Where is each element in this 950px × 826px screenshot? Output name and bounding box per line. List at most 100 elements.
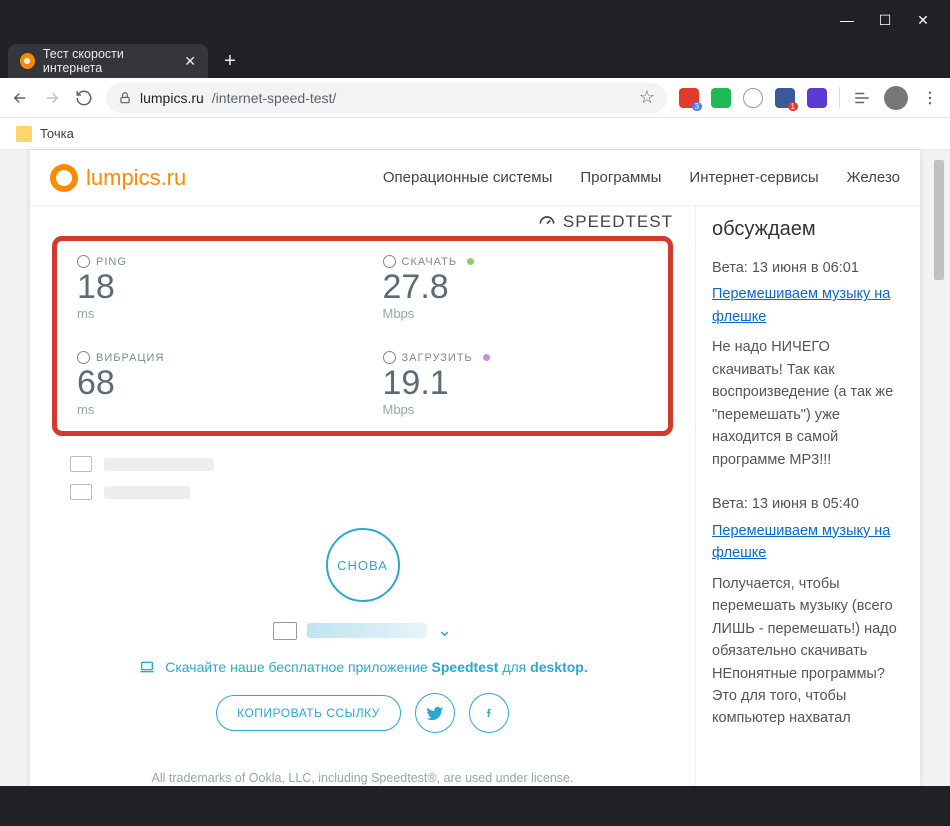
- device-icon: [70, 484, 92, 500]
- chevron-down-icon: ⌄: [437, 620, 452, 641]
- test-again-button[interactable]: СНОВА: [326, 528, 400, 602]
- promo-text: Скачайте наше бесплатное приложение: [165, 659, 431, 675]
- ping-label: PING: [77, 255, 347, 268]
- page-viewport: lumpics.ru Операционные системы Программ…: [0, 150, 950, 786]
- list-item: [70, 450, 673, 478]
- nav-internet-services[interactable]: Интернет-сервисы: [689, 169, 818, 186]
- separator: [839, 87, 840, 109]
- desktop-app-promo[interactable]: Скачайте наше бесплатное приложение Spee…: [137, 659, 587, 675]
- promo-app: Speedtest: [432, 659, 499, 675]
- forward-button[interactable]: [42, 88, 62, 108]
- upload-indicator-icon: [483, 354, 490, 361]
- url-host: lumpics.ru: [140, 90, 204, 106]
- extension-icon[interactable]: [807, 88, 827, 108]
- comment-item: Вета: 13 июня в 05:40 Перемешиваем музык…: [712, 493, 904, 730]
- ping-unit: ms: [77, 306, 347, 321]
- browser-tab-strip: Тест скорости интернета ✕ +: [0, 40, 950, 78]
- upload-value: 19.1: [383, 366, 653, 400]
- facebook-icon: [484, 704, 494, 722]
- result-download: СКАЧАТЬ 27.8 Mbps: [363, 241, 669, 335]
- device-icon: [70, 456, 92, 472]
- redacted-text: [307, 623, 427, 638]
- comment-link[interactable]: Перемешиваем музыку на флешке: [712, 520, 904, 565]
- tab-close-icon[interactable]: ✕: [184, 53, 196, 70]
- share-twitter-button[interactable]: [415, 693, 455, 733]
- logo-icon: [50, 164, 78, 192]
- back-button[interactable]: [10, 88, 30, 108]
- extension-icon[interactable]: [711, 88, 731, 108]
- tab-title: Тест скорости интернета: [43, 47, 176, 75]
- scrollbar[interactable]: [932, 154, 946, 782]
- extension-icon[interactable]: 1: [775, 88, 795, 108]
- nav-programs[interactable]: Программы: [580, 169, 661, 186]
- share-facebook-button[interactable]: [469, 693, 509, 733]
- comment-body: Не надо НИЧЕГО скачивать! Так как воспро…: [712, 336, 904, 471]
- laptop-icon: [137, 659, 157, 675]
- legal-text: All trademarks of Ookla, LLC, including …: [152, 769, 574, 786]
- comment-time: 13 июня в 06:01: [752, 260, 859, 276]
- download-label: СКАЧАТЬ: [383, 255, 653, 268]
- folder-icon: [16, 126, 32, 142]
- download-value: 27.8: [383, 270, 653, 304]
- window-minimize-button[interactable]: —: [838, 11, 856, 29]
- result-ping: PING 18 ms: [57, 241, 363, 335]
- twitter-icon: [426, 704, 444, 722]
- comment-body: Получается, чтобы перемешать музыку (все…: [712, 573, 904, 730]
- speedtest-brand: SPEEDTEST: [52, 212, 673, 232]
- server-icon: [273, 622, 297, 640]
- result-upload: ЗАГРУЗИТЬ 19.1 Mbps: [363, 337, 669, 431]
- site-header: lumpics.ru Операционные системы Программ…: [30, 150, 920, 206]
- bookmarks-bar: Точка: [0, 118, 950, 150]
- window-close-button[interactable]: ✕: [914, 11, 932, 29]
- lock-icon: [118, 91, 132, 105]
- reading-list-icon[interactable]: [852, 88, 872, 108]
- new-tab-button[interactable]: +: [216, 47, 244, 75]
- upload-unit: Mbps: [383, 402, 653, 417]
- nav-os[interactable]: Операционные системы: [383, 169, 553, 186]
- download-indicator-icon: [467, 258, 474, 265]
- browser-tab[interactable]: Тест скорости интернета ✕: [8, 44, 208, 78]
- sidebar-comments: обсуждаем Вета: 13 июня в 06:01 Перемеши…: [695, 206, 920, 786]
- speedtest-results: PING 18 ms СКАЧАТЬ 27.8 Mbps: [52, 236, 673, 436]
- redacted-text: [104, 458, 214, 471]
- comment-author: Вета:: [712, 496, 748, 512]
- extension-icon[interactable]: [743, 88, 763, 108]
- browser-menu-icon[interactable]: [920, 88, 940, 108]
- reload-button[interactable]: [74, 88, 94, 108]
- comment-time: 13 июня в 05:40: [752, 496, 859, 512]
- list-item: [70, 478, 673, 506]
- redacted-text: [104, 486, 190, 499]
- address-bar[interactable]: lumpics.ru/internet-speed-test/ ☆: [106, 83, 667, 113]
- jitter-unit: ms: [77, 402, 347, 417]
- logo-text: lumpics.ru: [86, 165, 186, 191]
- result-jitter: ВИБРАЦИЯ 68 ms: [57, 337, 363, 431]
- upload-label: ЗАГРУЗИТЬ: [383, 351, 653, 364]
- sidebar-heading: обсуждаем: [712, 214, 904, 245]
- tab-favicon-icon: [20, 53, 35, 69]
- client-info: [70, 450, 673, 506]
- main-content: SPEEDTEST PING 18 ms СКАЧАТЬ 27.8: [30, 206, 695, 786]
- bookmark-star-icon[interactable]: ☆: [639, 87, 655, 108]
- jitter-label: ВИБРАЦИЯ: [77, 351, 347, 364]
- nav-hardware[interactable]: Железо: [847, 169, 900, 186]
- speedtest-brand-text: SPEEDTEST: [563, 212, 673, 232]
- ping-value: 18: [77, 270, 347, 304]
- jitter-value: 68: [77, 366, 347, 400]
- comment-link[interactable]: Перемешиваем музыку на флешке: [712, 283, 904, 328]
- promo-text: для: [498, 659, 530, 675]
- bookmark-item[interactable]: Точка: [40, 126, 74, 141]
- browser-toolbar: lumpics.ru/internet-speed-test/ ☆ 3 1: [0, 78, 950, 118]
- server-selector[interactable]: ⌄: [273, 620, 452, 641]
- extension-icon[interactable]: 3: [679, 88, 699, 108]
- download-unit: Mbps: [383, 306, 653, 321]
- site-logo[interactable]: lumpics.ru: [50, 164, 186, 192]
- copy-link-button[interactable]: КОПИРОВАТЬ ССЫЛКУ: [216, 695, 401, 731]
- profile-avatar[interactable]: [884, 86, 908, 110]
- promo-target: desktop.: [530, 659, 588, 675]
- url-path: /internet-speed-test/: [212, 90, 337, 106]
- scroll-thumb[interactable]: [934, 160, 944, 280]
- gauge-icon: [537, 212, 557, 232]
- comment-item: Вета: 13 июня в 06:01 Перемешиваем музык…: [712, 257, 904, 471]
- window-titlebar: — ☐ ✕: [0, 0, 950, 40]
- window-maximize-button[interactable]: ☐: [876, 11, 894, 29]
